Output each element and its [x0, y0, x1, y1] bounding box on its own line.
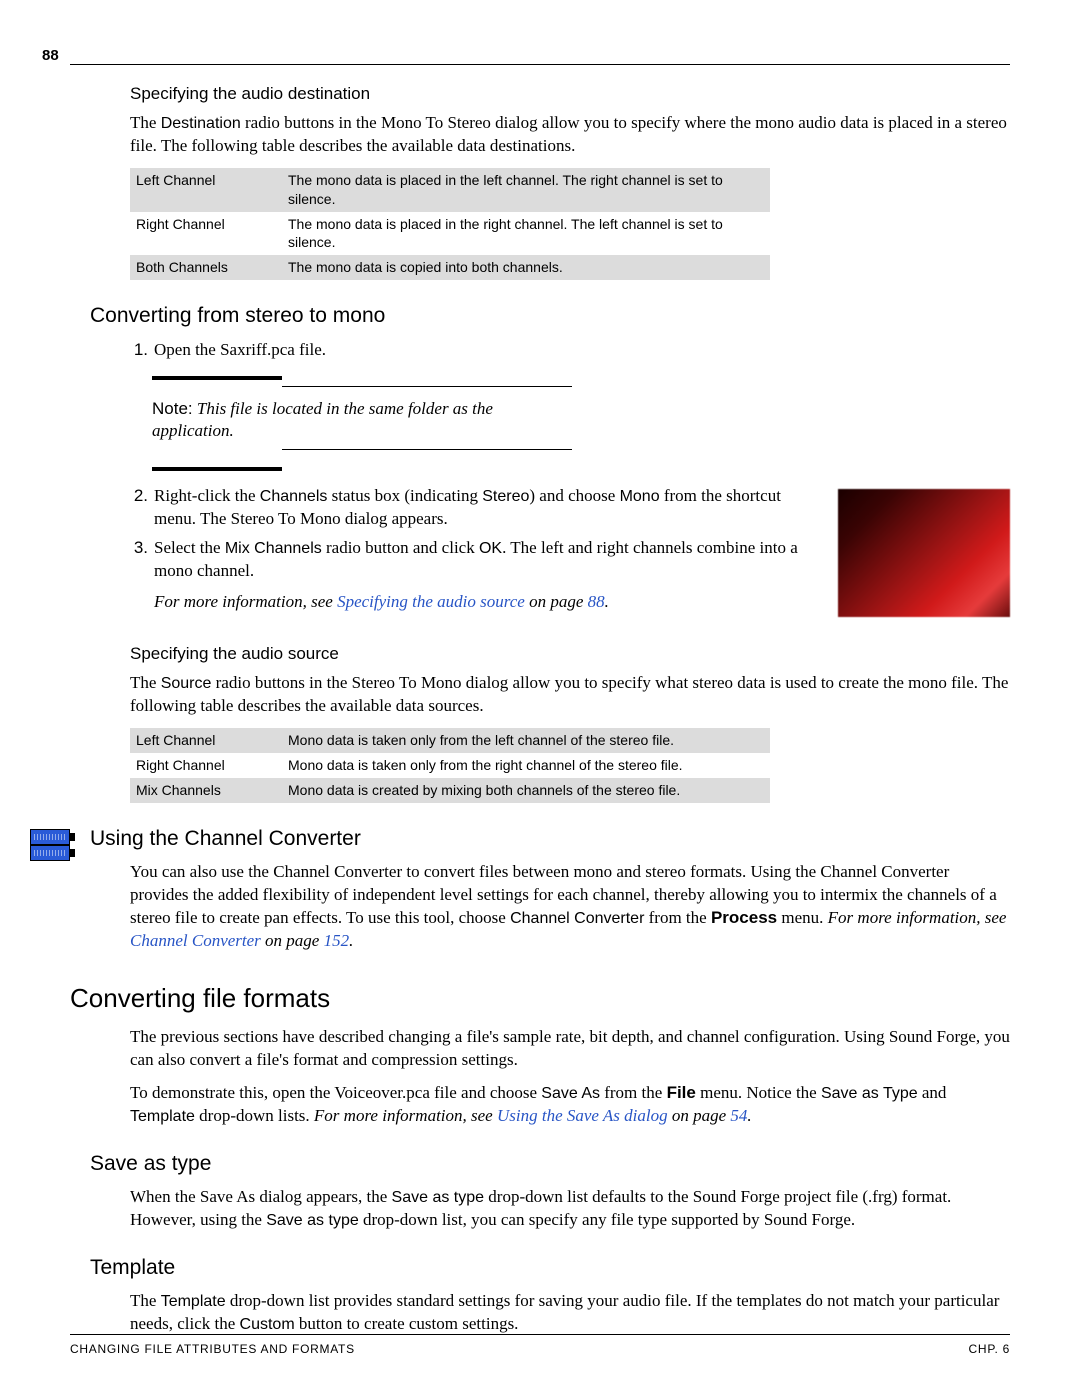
- step-1: 1. Open the Saxriff.pca file.: [130, 339, 1010, 362]
- table-row: Right Channel Mono data is taken only fr…: [130, 753, 770, 778]
- section-channel-converter: Using the Channel Converter You can also…: [130, 825, 1010, 953]
- note-curve-top: [152, 380, 572, 392]
- page-number: 88: [42, 46, 63, 66]
- note-text: This file is located in the same folder …: [152, 399, 493, 441]
- ui-source: Source: [161, 675, 212, 692]
- xref-page[interactable]: 88: [588, 592, 605, 611]
- table-row: Both Channels The mono data is copied in…: [130, 255, 770, 280]
- note-label: Note:: [152, 399, 193, 418]
- heading-stereo-to-mono: Converting from stereo to mono: [90, 302, 1010, 330]
- xref-audio-source[interactable]: Specifying the audio source: [337, 592, 525, 611]
- menu-file: File: [667, 1083, 696, 1102]
- step-3: 3. Select the Mix Channels radio button …: [130, 537, 820, 614]
- table-row: Right Channel The mono data is placed in…: [130, 212, 770, 256]
- footer-left: CHANGING FILE ATTRIBUTES AND FORMATS: [70, 1341, 355, 1357]
- waveform-preview-image: [838, 489, 1010, 617]
- xref-page[interactable]: 54: [730, 1106, 747, 1125]
- note-rule-bottom: [152, 467, 282, 471]
- xref-page[interactable]: 152: [324, 931, 350, 950]
- para-save-as-type: When the Save As dialog appears, the Sav…: [130, 1186, 1010, 1232]
- xref-save-as-dialog[interactable]: Using the Save As dialog: [497, 1106, 668, 1125]
- steps-stereo-to-mono: 1. Open the Saxriff.pca file.: [130, 339, 1010, 362]
- step-block-with-image: 2. Right-click the Channels status box (…: [130, 485, 1010, 625]
- xref-line: For more information, see Specifying the…: [154, 591, 820, 614]
- step-2: 2. Right-click the Channels status box (…: [130, 485, 820, 531]
- para-spec-src: The Source radio buttons in the Stereo T…: [130, 672, 1010, 718]
- heading-template: Template: [90, 1254, 1010, 1282]
- page-header-rule: 88: [70, 64, 1010, 65]
- para-spec-dest: The Destination radio buttons in the Mon…: [130, 112, 1010, 158]
- para-convert-formats-2: To demonstrate this, open the Voiceover.…: [130, 1082, 1010, 1128]
- para-template: The Template drop-down list provides sta…: [130, 1290, 1010, 1336]
- table-row: Left Channel The mono data is placed in …: [130, 168, 770, 212]
- page-content: Specifying the audio destination The Des…: [130, 83, 1010, 1336]
- heading-channel-converter: Using the Channel Converter: [90, 825, 1010, 853]
- note-box: Note: This file is located in the same f…: [152, 376, 572, 472]
- heading-save-as-type: Save as type: [90, 1150, 1010, 1178]
- page: 88 Specifying the audio destination The …: [0, 0, 1080, 1397]
- note-curve-bottom: [152, 445, 572, 457]
- table-destinations: Left Channel The mono data is placed in …: [130, 168, 770, 280]
- menu-process: Process: [711, 908, 777, 927]
- heading-spec-dest: Specifying the audio destination: [130, 83, 1010, 106]
- page-footer: CHANGING FILE ATTRIBUTES AND FORMATS CHP…: [70, 1334, 1010, 1357]
- table-row: Mix Channels Mono data is created by mix…: [130, 778, 770, 803]
- para-channel-converter: You can also use the Channel Converter t…: [130, 861, 1010, 953]
- table-row: Left Channel Mono data is taken only fro…: [130, 728, 770, 753]
- heading-converting-file-formats: Converting file formats: [70, 981, 1010, 1016]
- footer-right: CHP. 6: [969, 1341, 1010, 1357]
- para-convert-formats-1: The previous sections have described cha…: [130, 1026, 1010, 1072]
- xref-channel-converter[interactable]: Channel Converter: [130, 931, 261, 950]
- heading-spec-src: Specifying the audio source: [130, 643, 1010, 666]
- channel-converter-icon: [30, 829, 72, 861]
- table-sources: Left Channel Mono data is taken only fro…: [130, 728, 770, 803]
- ui-destination: Destination: [161, 115, 241, 132]
